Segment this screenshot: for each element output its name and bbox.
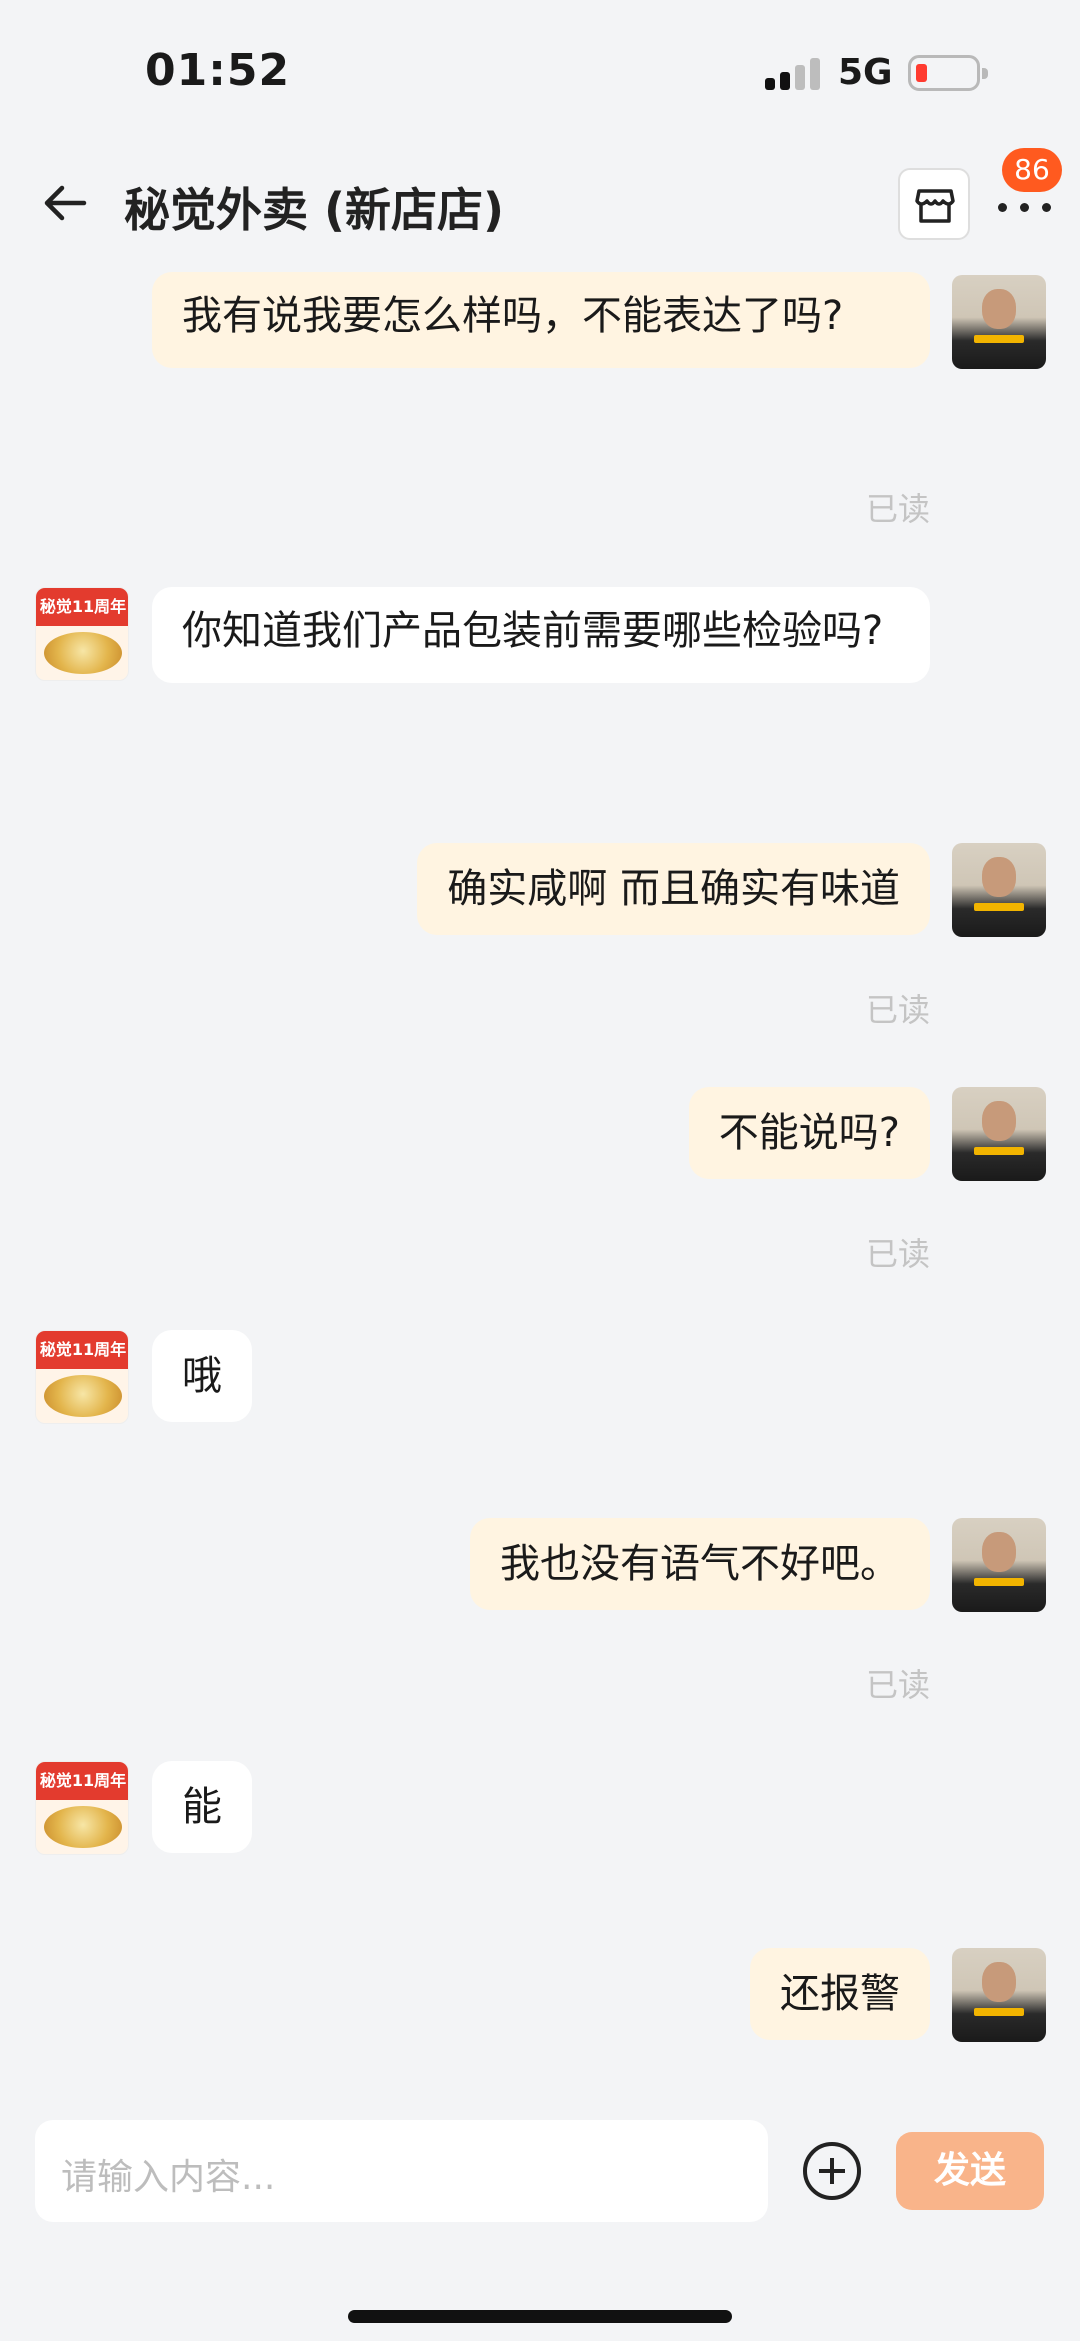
message-bubble-incoming[interactable]: 能 — [152, 1761, 252, 1853]
shop-avatar[interactable]: 秘觉11周年 — [35, 1761, 129, 1855]
plus-circle-icon[interactable] — [803, 2142, 861, 2200]
composer-bar: 请输入内容... 发送 — [0, 2118, 1080, 2228]
user-avatar[interactable] — [952, 275, 1046, 369]
message-bubble-outgoing[interactable]: 不能说吗? — [688, 1087, 930, 1179]
read-receipt: 已读 — [865, 1235, 930, 1273]
battery-icon — [908, 55, 988, 91]
page-title: 秘觉外卖 (新店店) — [124, 183, 505, 237]
store-button[interactable] — [898, 168, 970, 240]
message-bubble-outgoing[interactable]: 我也没有语气不好吧。 — [470, 1518, 930, 1610]
signal-icon — [765, 58, 821, 90]
read-receipt: 已读 — [865, 1666, 930, 1704]
message-bubble-outgoing[interactable]: 我有说我要怎么样吗，不能表达了吗? — [152, 272, 930, 368]
shop-avatar[interactable]: 秘觉11周年 — [35, 1330, 129, 1424]
chat-header: 秘觉外卖 (新店店) — [0, 150, 1080, 265]
read-receipt: 已读 — [865, 490, 930, 528]
user-avatar[interactable] — [952, 1518, 1046, 1612]
read-receipt: 已读 — [865, 991, 930, 1029]
message-bubble-incoming[interactable]: 你知道我们产品包装前需要哪些检验吗? — [152, 587, 930, 683]
message-bubble-outgoing[interactable]: 确实咸啊 而且确实有味道 — [417, 843, 930, 935]
status-time: 01:52 — [145, 45, 291, 96]
message-input-placeholder: 请输入内容... — [61, 2157, 276, 2198]
user-avatar[interactable] — [952, 1948, 1046, 2042]
message-bubble-outgoing[interactable]: 还报警 — [750, 1948, 930, 2040]
home-indicator — [348, 2310, 732, 2323]
status-bar: 01:52 5G — [0, 0, 1080, 150]
message-bubble-incoming[interactable]: 哦 — [152, 1330, 252, 1422]
send-button[interactable]: 发送 — [896, 2132, 1044, 2210]
notification-badge: 86 — [1002, 148, 1062, 192]
network-type: 5G — [838, 52, 893, 93]
store-icon — [915, 189, 955, 223]
user-avatar[interactable] — [952, 1087, 1046, 1181]
user-avatar[interactable] — [952, 843, 1046, 937]
shop-avatar[interactable]: 秘觉11周年 — [35, 587, 129, 681]
more-icon[interactable] — [998, 186, 1052, 226]
back-arrow-icon[interactable] — [40, 178, 90, 228]
message-input[interactable]: 请输入内容... — [35, 2120, 768, 2222]
